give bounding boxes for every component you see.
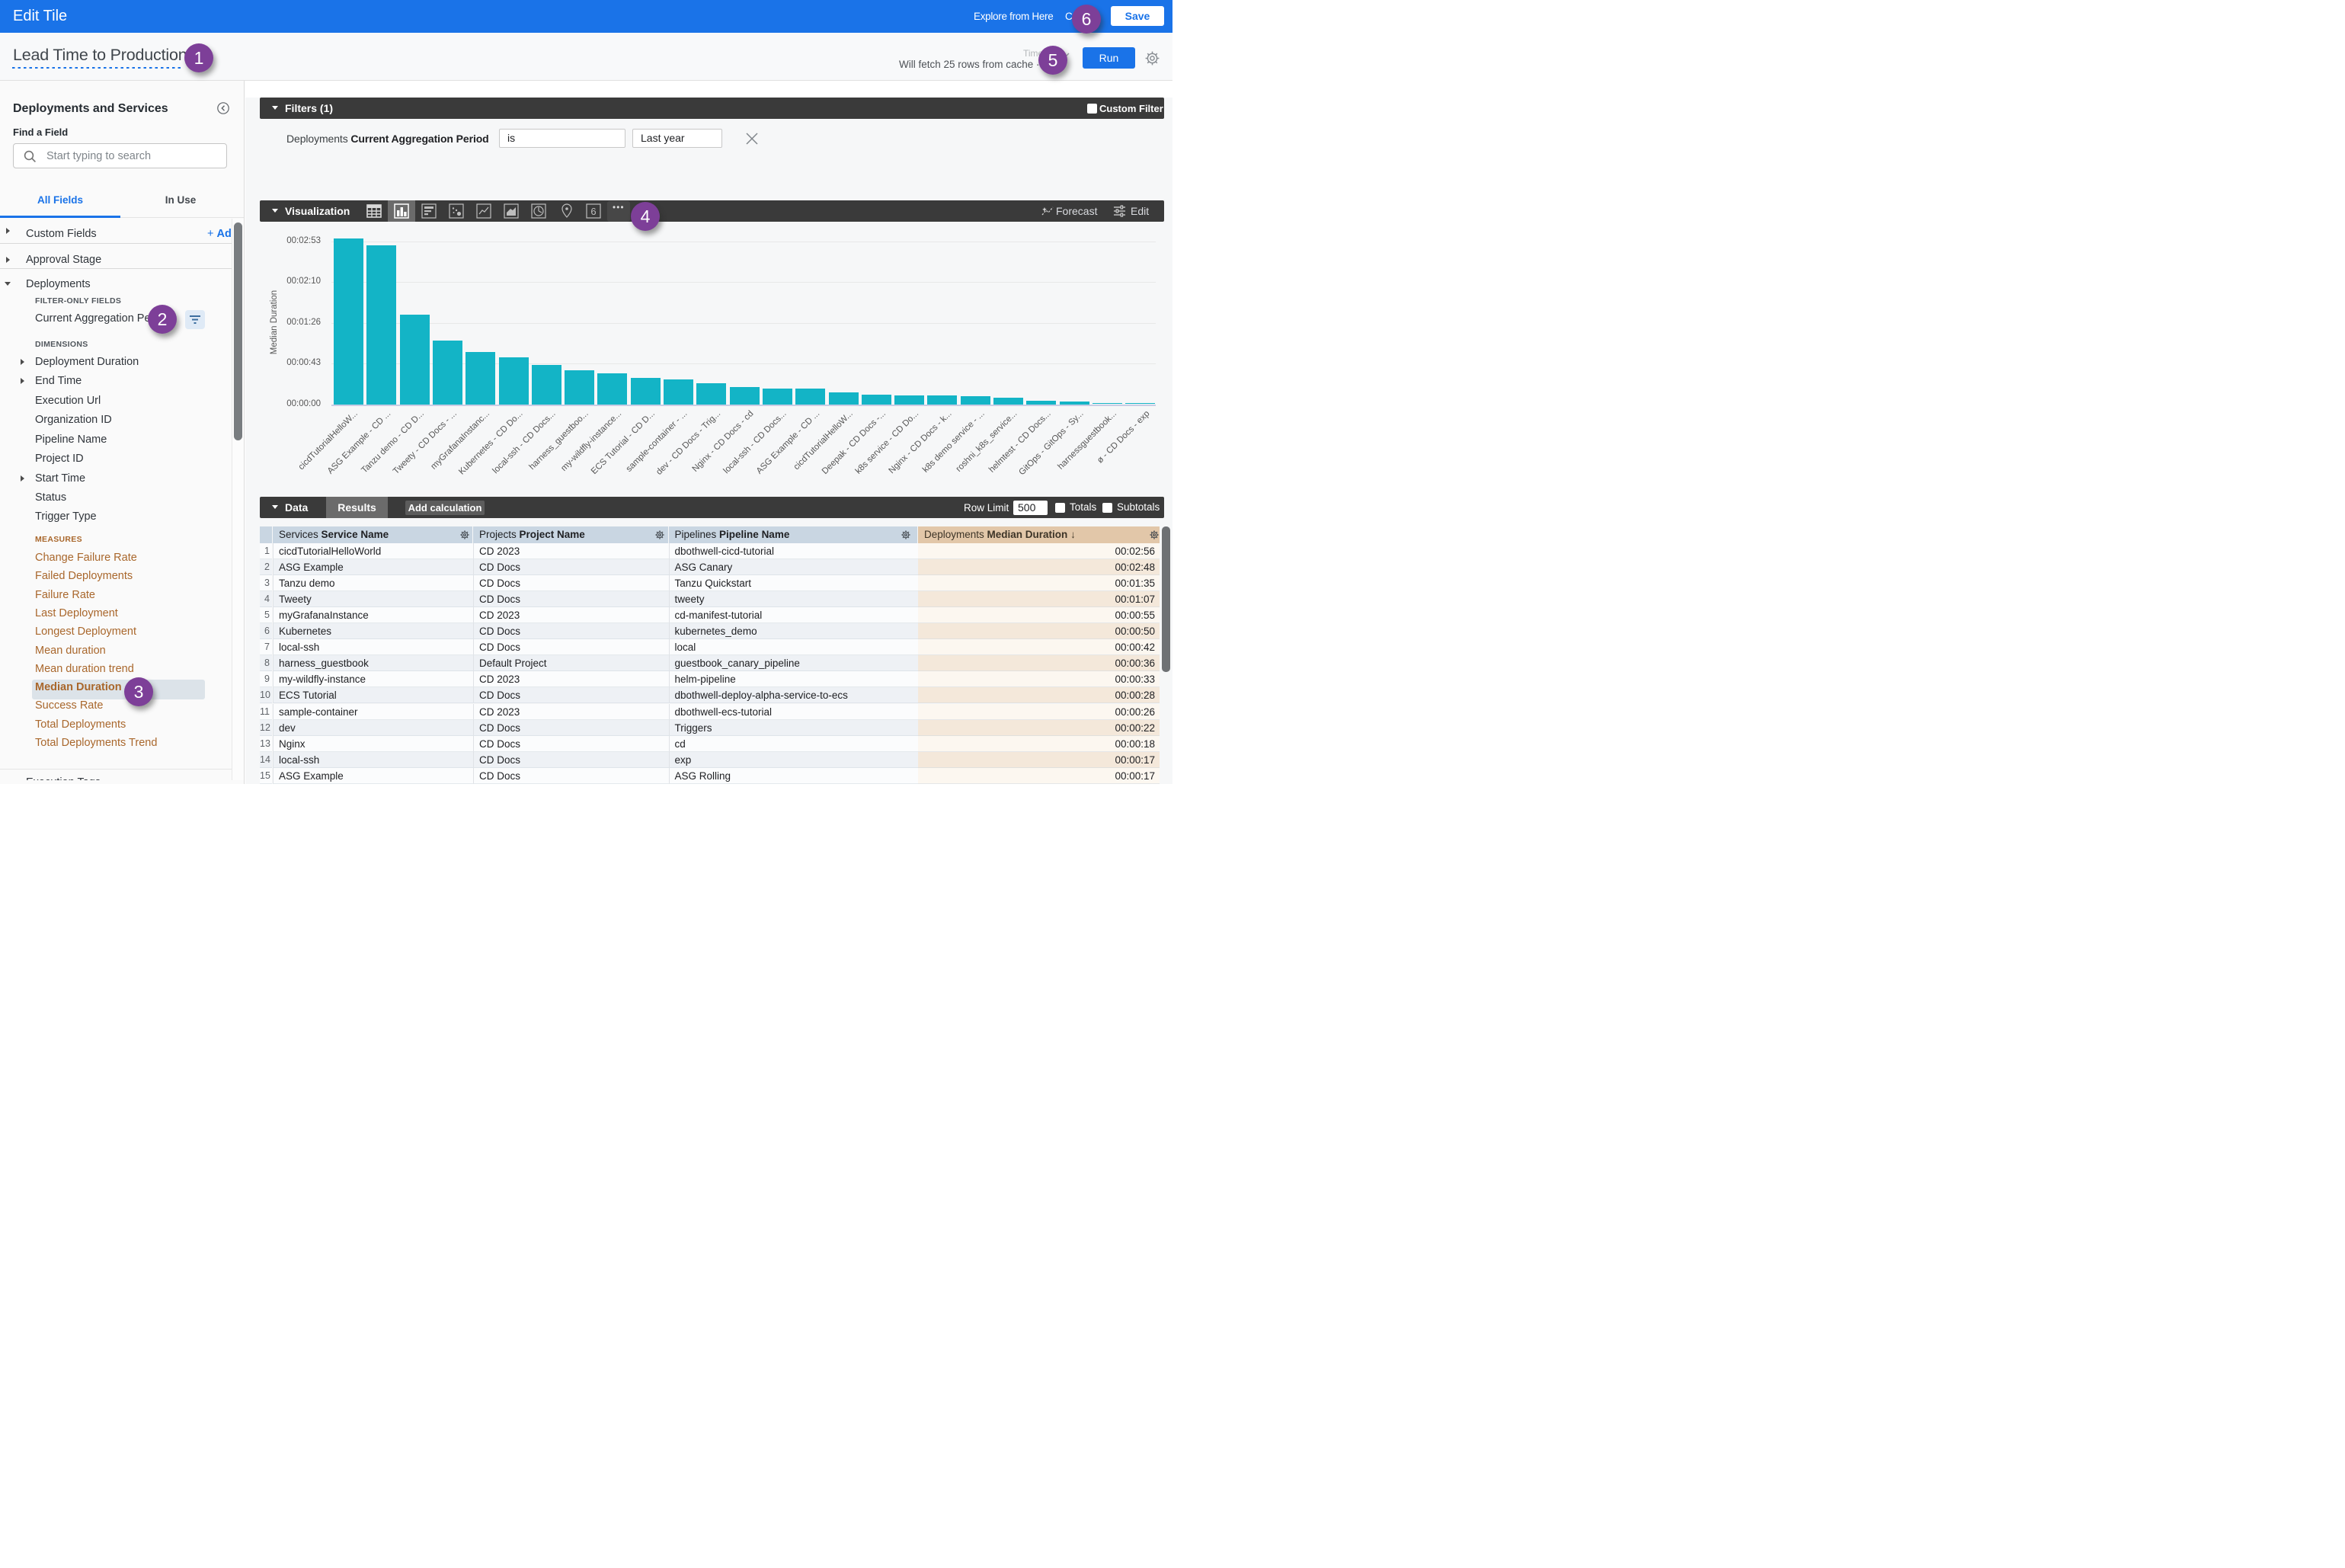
- svg-text:6: 6: [590, 206, 596, 217]
